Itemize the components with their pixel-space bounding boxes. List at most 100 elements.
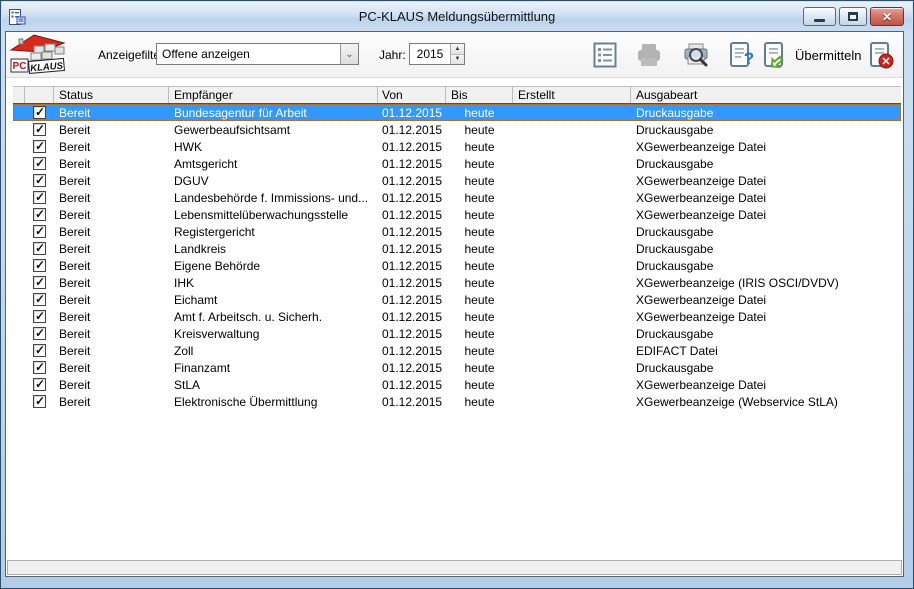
table-row[interactable]: Bereit DGUV 01.12.2015 heute XGewerbeanz…: [13, 172, 901, 189]
row-checkbox[interactable]: [33, 106, 46, 119]
row-bis: heute: [446, 157, 513, 171]
header-erstellt[interactable]: Erstellt: [513, 87, 631, 103]
table-body: Bereit Bundesagentur für Arbeit 01.12.20…: [13, 104, 901, 410]
spin-down-icon[interactable]: ▼: [451, 54, 464, 65]
row-checkbox[interactable]: [33, 361, 46, 374]
table-row[interactable]: Bereit Landkreis 01.12.2015 heute Drucka…: [13, 240, 901, 257]
row-checkbox[interactable]: [33, 259, 46, 272]
spin-up-icon[interactable]: ▲: [451, 44, 464, 54]
row-von: 01.12.2015: [378, 395, 446, 409]
row-checkbox[interactable]: [33, 310, 46, 323]
row-ausgabeart: XGewerbeanzeige (Webservice StLA): [631, 395, 901, 409]
table-row[interactable]: Bereit Registergericht 01.12.2015 heute …: [13, 223, 901, 240]
table-row[interactable]: Bereit Lebensmittelüberwachungsstelle 01…: [13, 206, 901, 223]
chevron-down-icon[interactable]: ⌄: [340, 44, 358, 64]
row-status: Bereit: [54, 225, 169, 239]
header-status[interactable]: Status: [54, 87, 169, 103]
row-ausgabeart: XGewerbeanzeige Datei: [631, 208, 901, 222]
year-spinner[interactable]: 2015 ▲ ▼: [409, 43, 465, 65]
row-checkbox[interactable]: [33, 395, 46, 408]
row-checkbox[interactable]: [33, 293, 46, 306]
table-row[interactable]: Bereit Kreisverwaltung 01.12.2015 heute …: [13, 325, 901, 342]
row-ausgabeart: XGewerbeanzeige Datei: [631, 378, 901, 392]
submit-button[interactable]: Übermitteln: [761, 41, 861, 69]
close-button[interactable]: ✕: [870, 7, 904, 26]
row-von: 01.12.2015: [378, 140, 446, 154]
table-row[interactable]: Bereit Eichamt 01.12.2015 heute XGewerbe…: [13, 291, 901, 308]
table-row[interactable]: Bereit Eigene Behörde 01.12.2015 heute D…: [13, 257, 901, 274]
status-bar: [7, 560, 902, 575]
row-bis: heute: [446, 191, 513, 205]
row-checkbox[interactable]: [33, 276, 46, 289]
row-bis: heute: [446, 225, 513, 239]
client-area: PC KLAUS Anzeigefilter: Offene anzeigen …: [5, 31, 904, 577]
minimize-button[interactable]: [803, 7, 836, 26]
table-row[interactable]: Bereit Zoll 01.12.2015 heute EDIFACT Dat…: [13, 342, 901, 359]
row-check-cell: [25, 123, 54, 136]
row-checkbox[interactable]: [33, 344, 46, 357]
row-checkbox[interactable]: [33, 327, 46, 340]
table-row[interactable]: Bereit StLA 01.12.2015 heute XGewerbeanz…: [13, 376, 901, 393]
maximize-button[interactable]: [839, 7, 867, 26]
filter-combobox[interactable]: Offene anzeigen ⌄: [156, 43, 359, 65]
row-checkbox[interactable]: [33, 157, 46, 170]
table-row[interactable]: Bereit Gewerbeaufsichtsamt 01.12.2015 he…: [13, 121, 901, 138]
year-label: Jahr:: [379, 48, 406, 62]
row-status: Bereit: [54, 157, 169, 171]
row-empfaenger: Eichamt: [169, 293, 378, 307]
help-button[interactable]: ?: [729, 41, 757, 69]
header-bis[interactable]: Bis: [446, 87, 513, 103]
header-von[interactable]: Von: [378, 87, 446, 103]
row-von: 01.12.2015: [378, 310, 446, 324]
row-von: 01.12.2015: [378, 174, 446, 188]
row-check-cell: [25, 361, 54, 374]
row-check-cell: [25, 191, 54, 204]
row-bis: heute: [446, 106, 513, 120]
row-ausgabeart: XGewerbeanzeige Datei: [631, 310, 901, 324]
printer-icon: [636, 42, 662, 68]
header-empfaenger[interactable]: Empfänger: [169, 87, 378, 103]
table-row[interactable]: Bereit Landesbehörde f. Immissions- und.…: [13, 189, 901, 206]
row-empfaenger: Gewerbeaufsichtsamt: [169, 123, 378, 137]
row-empfaenger: DGUV: [169, 174, 378, 188]
row-check-cell: [25, 106, 54, 119]
row-checkbox[interactable]: [33, 174, 46, 187]
table-row[interactable]: Bereit Amt f. Arbeitsch. u. Sicherh. 01.…: [13, 308, 901, 325]
cancel-button[interactable]: ✕: [867, 41, 895, 69]
row-von: 01.12.2015: [378, 293, 446, 307]
row-bis: heute: [446, 395, 513, 409]
row-ausgabeart: Druckausgabe: [631, 361, 901, 375]
submit-arrow-icon: [761, 41, 789, 69]
row-bis: heute: [446, 310, 513, 324]
print-preview-button[interactable]: [682, 41, 710, 69]
row-bis: heute: [446, 378, 513, 392]
app-icon: [8, 8, 26, 26]
row-checkbox[interactable]: [33, 191, 46, 204]
row-empfaenger: Amtsgericht: [169, 157, 378, 171]
row-ausgabeart: Druckausgabe: [631, 157, 901, 171]
row-bis: heute: [446, 293, 513, 307]
row-checkbox[interactable]: [33, 242, 46, 255]
table-row[interactable]: Bereit IHK 01.12.2015 heute XGewerbeanze…: [13, 274, 901, 291]
submit-label: Übermitteln: [795, 48, 861, 63]
minimize-icon: [814, 19, 825, 22]
row-checkbox[interactable]: [33, 123, 46, 136]
row-checkbox[interactable]: [33, 140, 46, 153]
row-status: Bereit: [54, 395, 169, 409]
print-button-disabled: [635, 41, 663, 69]
table-row[interactable]: Bereit Elektronische Übermittlung 01.12.…: [13, 393, 901, 410]
row-empfaenger: Lebensmittelüberwachungsstelle: [169, 208, 378, 222]
row-checkbox[interactable]: [33, 208, 46, 221]
table-row[interactable]: Bereit HWK 01.12.2015 heute XGewerbeanze…: [13, 138, 901, 155]
list-button[interactable]: [591, 41, 619, 69]
row-checkbox[interactable]: [33, 378, 46, 391]
row-check-cell: [25, 344, 54, 357]
row-bis: heute: [446, 140, 513, 154]
table-row[interactable]: Bereit Amtsgericht 01.12.2015 heute Druc…: [13, 155, 901, 172]
list-icon: [593, 42, 617, 68]
header-ausgabeart[interactable]: Ausgabeart: [631, 87, 901, 103]
table-row[interactable]: Bereit Finanzamt 01.12.2015 heute Drucka…: [13, 359, 901, 376]
row-checkbox[interactable]: [33, 225, 46, 238]
row-bis: heute: [446, 208, 513, 222]
table-row[interactable]: Bereit Bundesagentur für Arbeit 01.12.20…: [13, 104, 901, 121]
